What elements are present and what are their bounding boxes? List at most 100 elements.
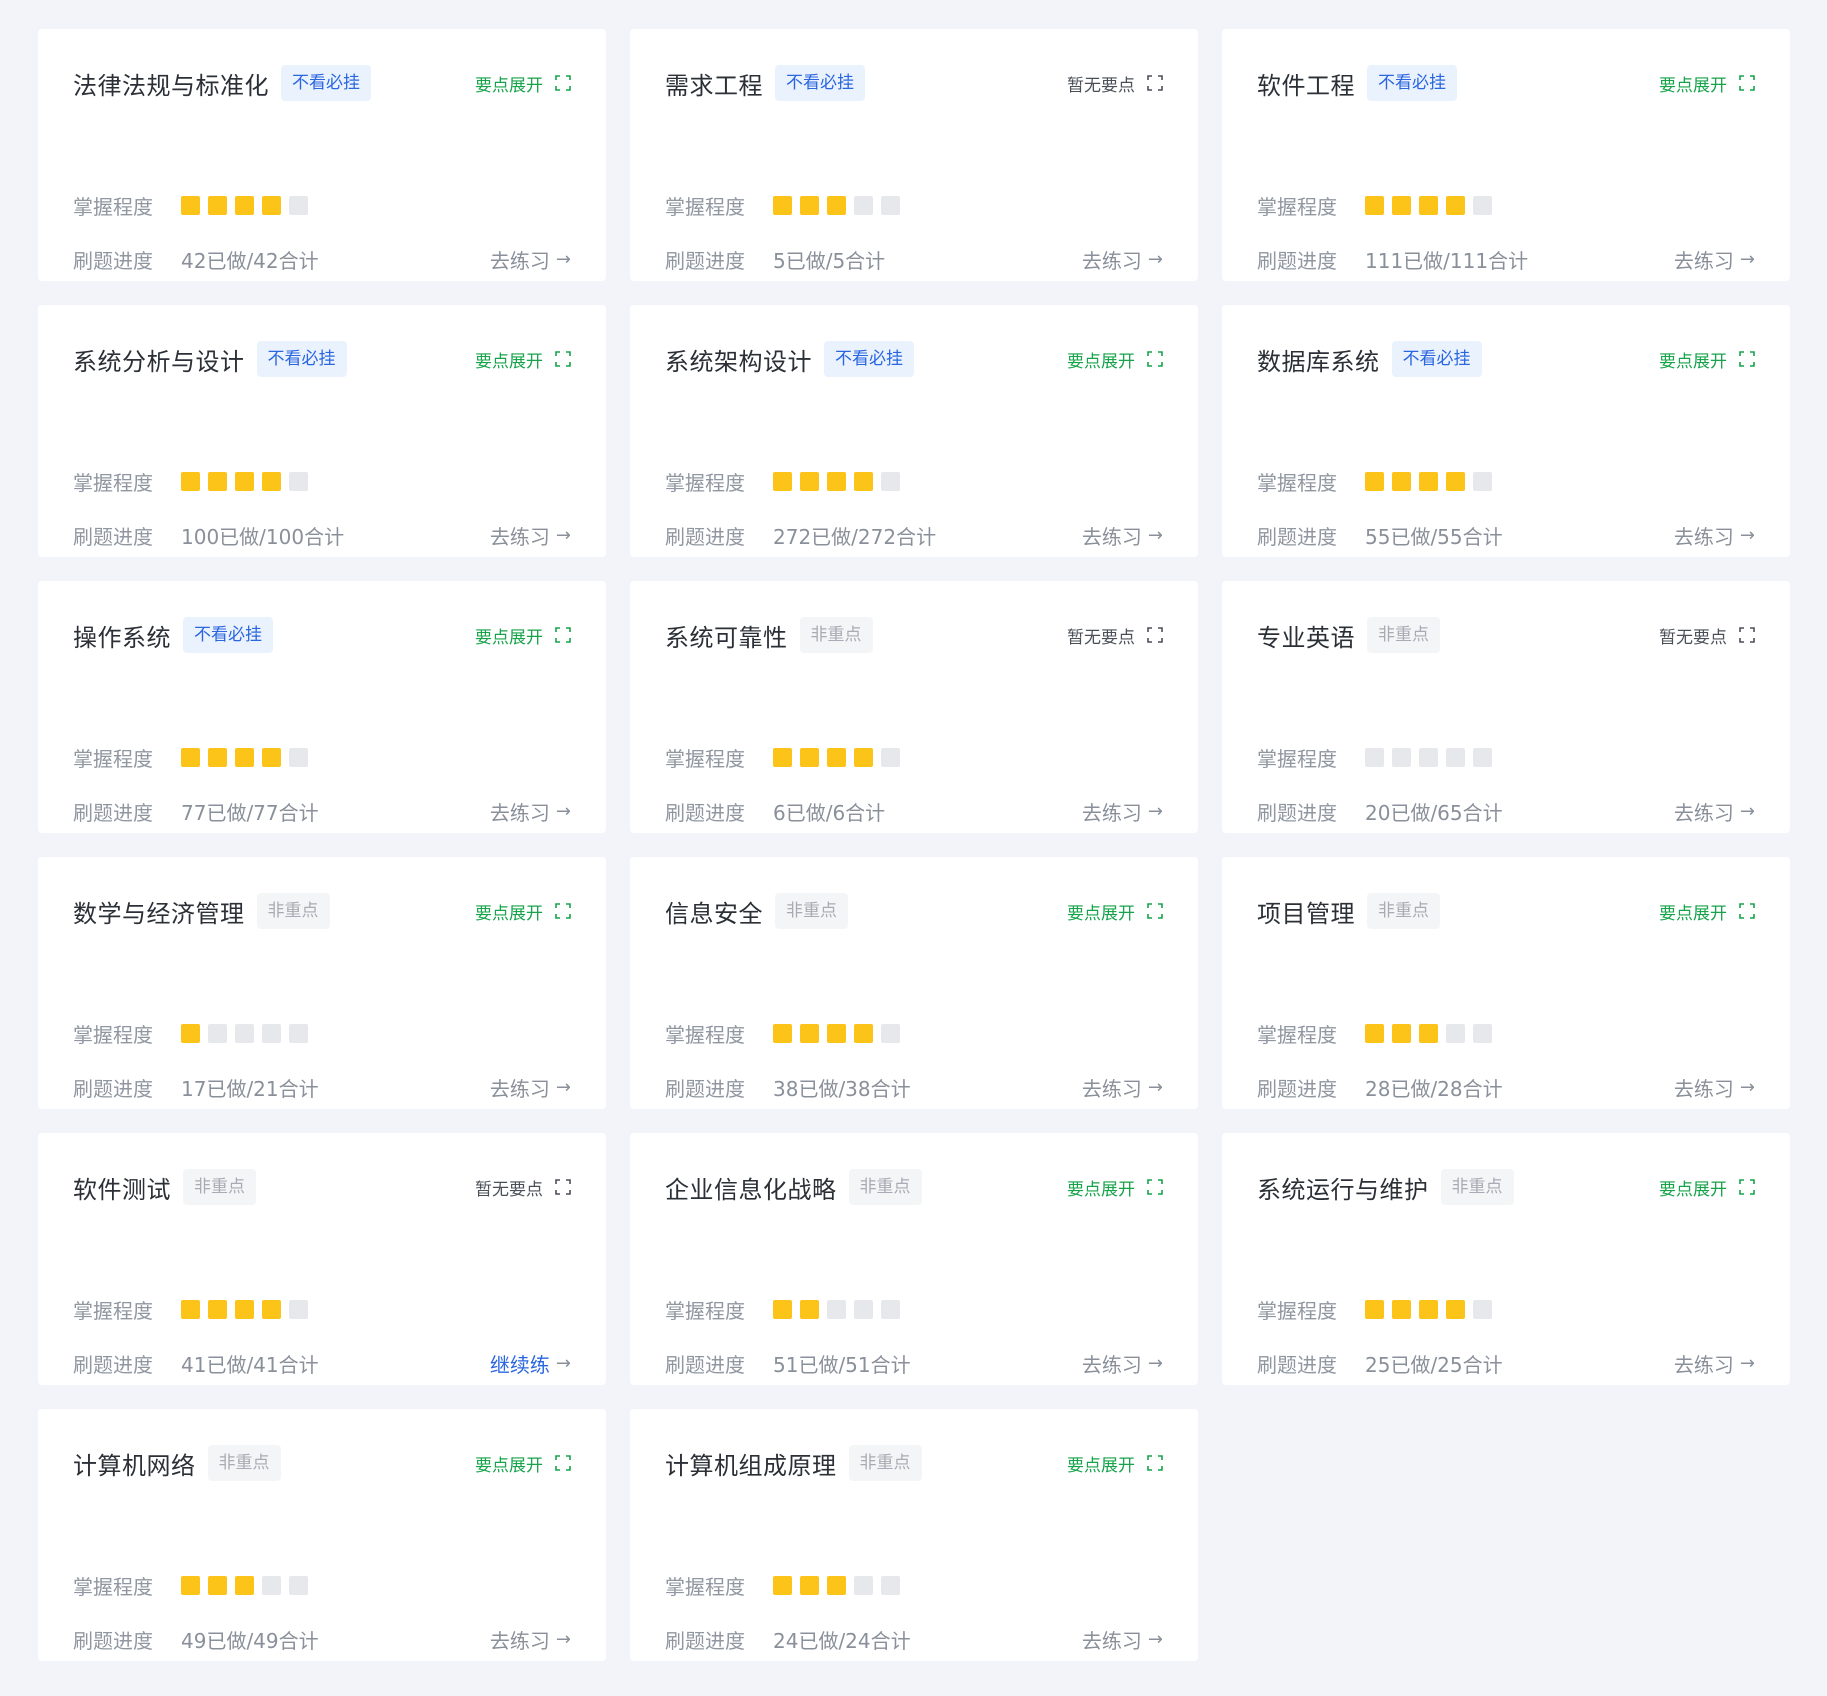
mastery-square [1365, 195, 1384, 215]
expand-corners-icon [1147, 1179, 1163, 1195]
mastery-square [827, 747, 846, 767]
key-points-toggle[interactable]: 要点展开 [1659, 1175, 1755, 1200]
key-points-label: 暂无要点 [1067, 627, 1135, 648]
subject-card: 系统运行与维护 非重点 要点展开 掌握程度 刷题进度 25已做/25合计 去练习… [1222, 1133, 1790, 1385]
practice-link[interactable]: 去练习 → [1082, 521, 1163, 550]
subject-card: 项目管理 非重点 要点展开 掌握程度 刷题进度 28已做/28合计 去练习 → [1222, 857, 1790, 1109]
mastery-rating [1365, 747, 1492, 767]
practice-link[interactable]: 去练习 → [1674, 797, 1755, 826]
subject-title: 操作系统 [73, 623, 171, 652]
progress-row: 刷题进度 100已做/100合计 去练习 → [73, 521, 571, 549]
mastery-row: 掌握程度 [665, 743, 1163, 771]
mastery-square [1446, 747, 1465, 767]
key-points-label: 要点展开 [1659, 1179, 1727, 1200]
card-header: 操作系统 不看必挂 要点展开 [73, 617, 571, 653]
arrow-right-icon: → [1147, 1352, 1163, 1374]
practice-link[interactable]: 去练习 → [490, 521, 571, 550]
mastery-square [800, 1023, 819, 1043]
expand-corners-icon [555, 1455, 571, 1471]
mastery-label: 掌握程度 [665, 194, 745, 219]
progress-value: 100已做/100合计 [181, 524, 345, 549]
mastery-row: 掌握程度 [1257, 1295, 1755, 1323]
key-points-toggle[interactable]: 要点展开 [475, 899, 571, 924]
key-points-toggle[interactable]: 要点展开 [1067, 1451, 1163, 1476]
mastery-square [235, 747, 254, 767]
mastery-rating [1365, 1299, 1492, 1319]
progress-value: 25已做/25合计 [1365, 1352, 1503, 1377]
subject-card: 需求工程 不看必挂 暂无要点 掌握程度 刷题进度 5已做/5合计 去练习 → [630, 29, 1198, 281]
key-points-toggle[interactable]: 要点展开 [475, 71, 571, 96]
mastery-rating [1365, 1023, 1492, 1043]
priority-tag: 不看必挂 [1367, 65, 1457, 101]
mastery-square [773, 1023, 792, 1043]
practice-link[interactable]: 去练习 → [1674, 521, 1755, 550]
practice-link[interactable]: 去练习 → [1674, 1349, 1755, 1378]
practice-label: 去练习 [1081, 524, 1142, 549]
key-points-toggle[interactable]: 要点展开 [1659, 71, 1755, 96]
practice-link[interactable]: 去练习 → [490, 1625, 571, 1654]
practice-label: 去练习 [1081, 1352, 1142, 1377]
key-points-label: 要点展开 [1067, 351, 1135, 372]
mastery-rating [773, 195, 900, 215]
expand-corners-icon [1739, 903, 1755, 919]
practice-link[interactable]: 去练习 → [1674, 1073, 1755, 1102]
key-points-toggle[interactable]: 暂无要点 [475, 1175, 571, 1200]
key-points-toggle[interactable]: 要点展开 [475, 1451, 571, 1476]
mastery-square [289, 1299, 308, 1319]
progress-value: 49已做/49合计 [181, 1628, 319, 1653]
key-points-toggle[interactable]: 要点展开 [1067, 1175, 1163, 1200]
key-points-toggle[interactable]: 暂无要点 [1067, 71, 1163, 96]
practice-link[interactable]: 去练习 → [1082, 1625, 1163, 1654]
progress-row: 刷题进度 28已做/28合计 去练习 → [1257, 1073, 1755, 1101]
arrow-right-icon: → [555, 800, 571, 822]
mastery-rating [181, 1023, 308, 1043]
practice-link[interactable]: 去练习 → [1082, 1349, 1163, 1378]
key-points-label: 要点展开 [1659, 351, 1727, 372]
key-points-label: 要点展开 [475, 903, 543, 924]
practice-label: 继续练 [489, 1352, 550, 1377]
mastery-row: 掌握程度 [73, 191, 571, 219]
mastery-rating [773, 471, 900, 491]
practice-link[interactable]: 继续练 → [490, 1349, 571, 1378]
key-points-toggle[interactable]: 暂无要点 [1659, 623, 1755, 648]
subject-card: 法律法规与标准化 不看必挂 要点展开 掌握程度 刷题进度 42已做/42合计 去… [38, 29, 606, 281]
practice-link[interactable]: 去练习 → [490, 245, 571, 274]
expand-corners-icon [555, 903, 571, 919]
practice-link[interactable]: 去练习 → [490, 797, 571, 826]
mastery-square [262, 1575, 281, 1595]
mastery-row: 掌握程度 [665, 191, 1163, 219]
key-points-toggle[interactable]: 要点展开 [1067, 899, 1163, 924]
practice-link[interactable]: 去练习 → [1082, 245, 1163, 274]
arrow-right-icon: → [1739, 1076, 1755, 1098]
key-points-label: 要点展开 [1659, 903, 1727, 924]
subject-card: 数据库系统 不看必挂 要点展开 掌握程度 刷题进度 55已做/55合计 去练习 … [1222, 305, 1790, 557]
practice-link[interactable]: 去练习 → [490, 1073, 571, 1102]
mastery-square [773, 1575, 792, 1595]
key-points-toggle[interactable]: 要点展开 [475, 347, 571, 372]
practice-link[interactable]: 去练习 → [1082, 1073, 1163, 1102]
key-points-toggle[interactable]: 要点展开 [1067, 347, 1163, 372]
progress-label: 刷题进度 [1257, 1076, 1337, 1101]
mastery-square [1392, 1299, 1411, 1319]
practice-link[interactable]: 去练习 → [1082, 797, 1163, 826]
practice-link[interactable]: 去练习 → [1674, 245, 1755, 274]
key-points-toggle[interactable]: 要点展开 [1659, 899, 1755, 924]
subject-card: 系统分析与设计 不看必挂 要点展开 掌握程度 刷题进度 100已做/100合计 [38, 305, 606, 557]
progress-label: 刷题进度 [1257, 800, 1337, 825]
expand-corners-icon [555, 75, 571, 91]
key-points-toggle[interactable]: 暂无要点 [1067, 623, 1163, 648]
priority-tag: 非重点 [848, 1169, 922, 1205]
expand-corners-icon [555, 351, 571, 367]
card-header: 需求工程 不看必挂 暂无要点 [665, 65, 1163, 101]
progress-row: 刷题进度 42已做/42合计 去练习 → [73, 245, 571, 273]
progress-label: 刷题进度 [665, 1352, 745, 1377]
progress-label: 刷题进度 [665, 1076, 745, 1101]
key-points-toggle[interactable]: 要点展开 [475, 623, 571, 648]
mastery-square [854, 1023, 873, 1043]
key-points-toggle[interactable]: 要点展开 [1659, 347, 1755, 372]
mastery-row: 掌握程度 [73, 743, 571, 771]
practice-label: 去练习 [489, 524, 550, 549]
subject-title: 系统架构设计 [665, 347, 812, 376]
practice-label: 去练习 [1673, 1352, 1734, 1377]
practice-label: 去练习 [1081, 800, 1142, 825]
